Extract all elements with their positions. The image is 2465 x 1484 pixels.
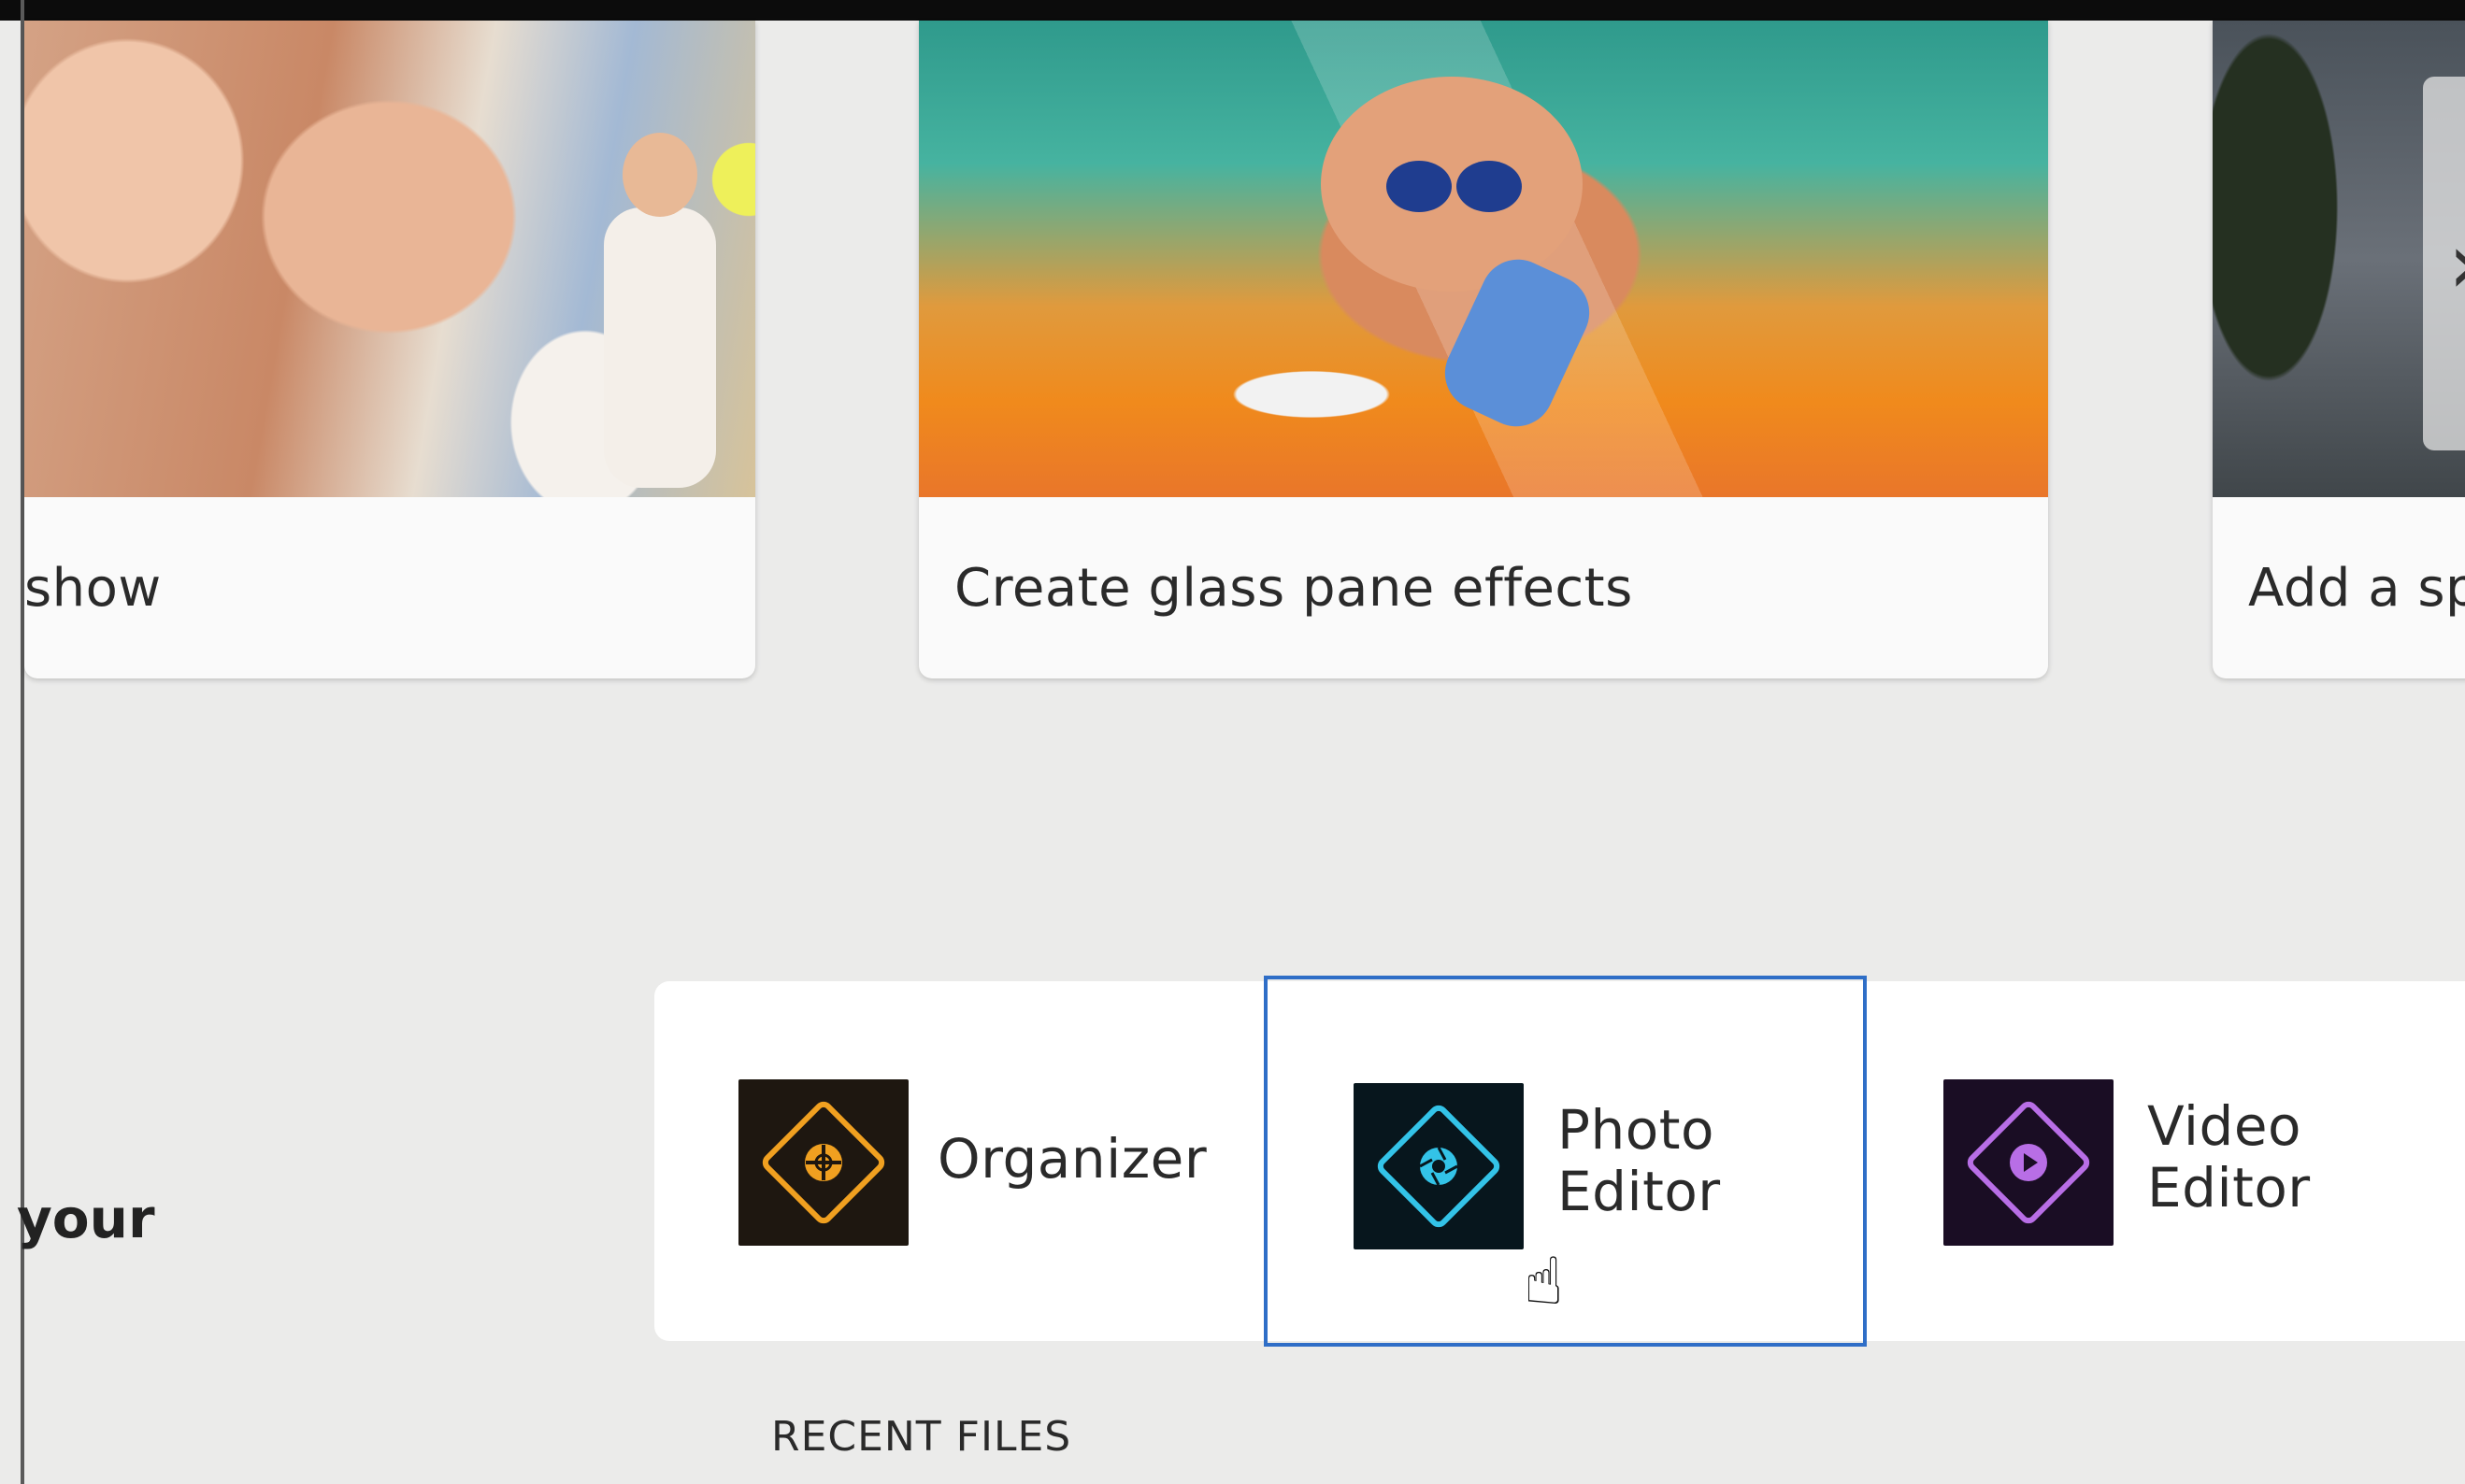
video-editor-icon: [1943, 1079, 2114, 1246]
organizer-icon: [738, 1079, 909, 1246]
window-top-edge: [0, 0, 2465, 21]
video-editor-label-line2: Editor: [2147, 1156, 2311, 1220]
tutorial-caption: Add a sp: [2248, 557, 2465, 619]
welcome-text-fragment: your: [17, 1187, 155, 1250]
organizer-label: Organizer: [938, 1127, 1208, 1191]
video-editor-label: Video Editor: [2147, 1095, 2311, 1219]
chevron-right-icon: ›: [2448, 215, 2465, 313]
carousel-next-button[interactable]: ›: [2423, 77, 2465, 450]
organizer-button[interactable]: Organizer: [654, 981, 1264, 1341]
tutorial-card-add[interactable]: › Add a sp: [2213, 21, 2465, 678]
tutorial-card-slideshow[interactable]: show: [24, 21, 755, 678]
tutorial-thumbnail: [919, 21, 2048, 497]
tutorial-caption: show: [24, 557, 162, 619]
recent-files-heading: RECENT FILES: [771, 1413, 1072, 1461]
tutorial-card-glass-pane[interactable]: Create glass pane effects: [919, 21, 2048, 678]
video-editor-button[interactable]: Video Editor: [1867, 981, 2465, 1341]
tutorial-caption: Create glass pane effects: [954, 557, 1633, 619]
hand-cursor-icon: ☝: [1524, 1243, 1564, 1320]
photo-editor-button[interactable]: Photo Editor: [1264, 976, 1867, 1347]
photo-editor-icon: [1354, 1083, 1524, 1249]
tutorial-thumbnail: [24, 21, 755, 497]
photo-editor-label: Photo Editor: [1557, 1099, 1721, 1222]
photo-editor-label-line2: Editor: [1557, 1160, 1721, 1223]
photo-editor-label-line1: Photo: [1557, 1098, 1714, 1162]
video-editor-label-line1: Video: [2147, 1094, 2302, 1158]
